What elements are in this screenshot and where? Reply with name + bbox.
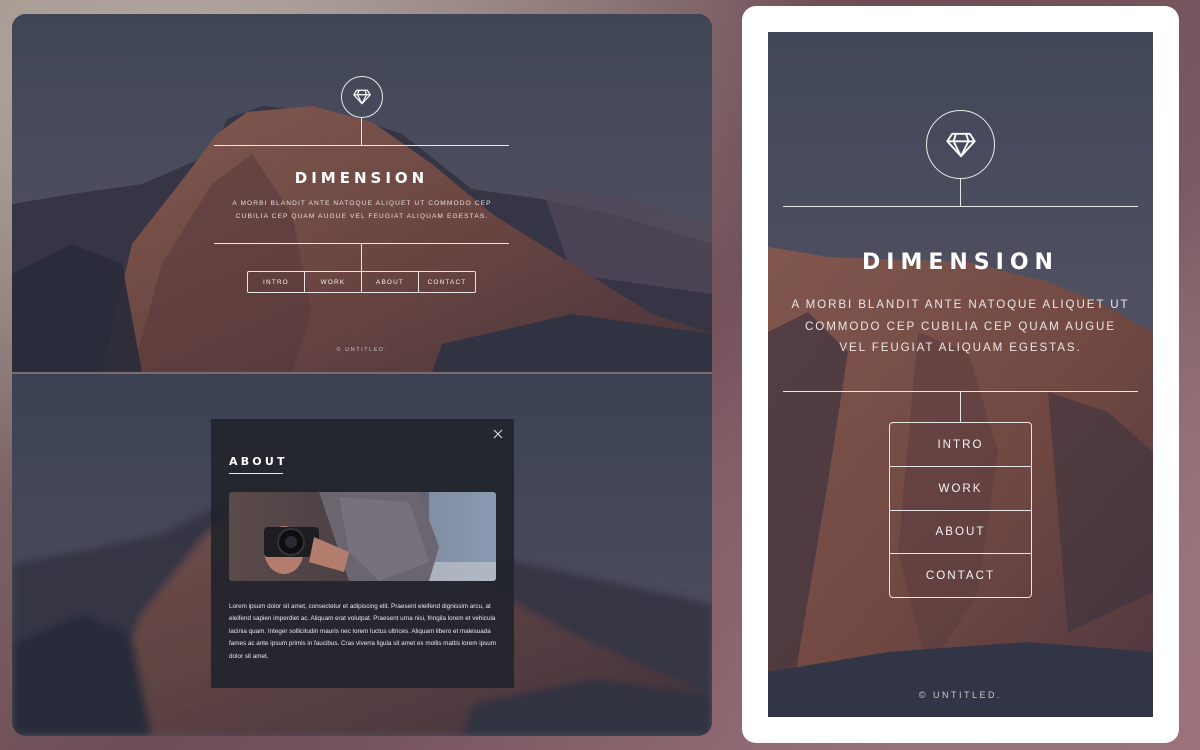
photographer-image	[229, 492, 496, 581]
footer-copyright: © UNTITLED.	[918, 690, 1003, 700]
desktop-preview-frame: DIMENSION A MORBI BLANDIT ANTE NATOQUE A…	[12, 14, 712, 736]
nav-about[interactable]: ABOUT	[890, 511, 1031, 555]
divider-line	[214, 145, 509, 146]
nav-work[interactable]: WORK	[305, 272, 362, 292]
mobile-nav: INTRO WORK ABOUT CONTACT	[889, 422, 1032, 598]
nav-work[interactable]: WORK	[890, 467, 1031, 511]
modal-title: ABOUT	[229, 455, 288, 468]
connector-line	[960, 392, 961, 422]
nav-contact[interactable]: CONTACT	[890, 554, 1031, 597]
about-photo	[229, 492, 496, 581]
site-title: DIMENSION	[862, 250, 1059, 275]
main-nav: INTRO WORK ABOUT CONTACT	[247, 271, 476, 293]
nav-intro[interactable]: INTRO	[890, 423, 1031, 467]
desktop-landing-view: DIMENSION A MORBI BLANDIT ANTE NATOQUE A…	[12, 14, 712, 372]
title-underline	[229, 473, 283, 474]
desktop-header: DIMENSION A MORBI BLANDIT ANTE NATOQUE A…	[12, 14, 712, 372]
site-subtitle: A MORBI BLANDIT ANTE NATOQUE ALIQUET UT …	[232, 200, 492, 220]
footer-copyright: © UNTITLED.	[336, 347, 388, 353]
mobile-header: DIMENSION A MORBI BLANDIT ANTE NATOQUE A…	[768, 32, 1153, 717]
site-subtitle: A MORBI BLANDIT ANTE NATOQUE ALIQUET UT …	[791, 298, 1130, 354]
nav-contact[interactable]: CONTACT	[419, 272, 475, 292]
about-modal: ABOUT Lorem ipsum dolor sit amet, consec…	[211, 419, 514, 688]
close-icon[interactable]	[491, 427, 505, 441]
nav-intro[interactable]: INTRO	[248, 272, 305, 292]
diamond-icon	[945, 132, 976, 157]
connector-line	[960, 179, 961, 206]
nav-about[interactable]: ABOUT	[362, 272, 419, 292]
mobile-preview-frame: DIMENSION A MORBI BLANDIT ANTE NATOQUE A…	[742, 6, 1179, 743]
mobile-landing-view: DIMENSION A MORBI BLANDIT ANTE NATOQUE A…	[768, 32, 1153, 717]
connector-line	[361, 118, 362, 145]
site-title: DIMENSION	[294, 169, 429, 187]
logo-circle	[341, 76, 383, 118]
divider-line	[783, 206, 1138, 207]
diamond-icon	[353, 89, 371, 105]
connector-line	[361, 244, 362, 271]
logo-circle	[926, 110, 995, 179]
modal-body-text: Lorem ipsum dolor sit amet, consectetur …	[229, 603, 497, 660]
